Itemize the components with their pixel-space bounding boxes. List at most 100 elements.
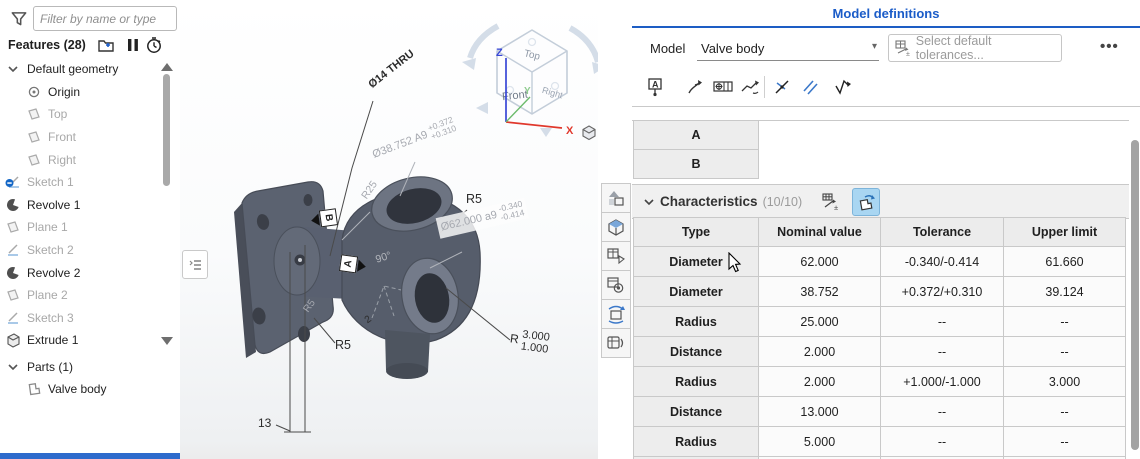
chevron-down-icon xyxy=(5,359,21,375)
tree-item-plane2[interactable]: Plane 2 xyxy=(0,284,162,307)
datum-row-a[interactable]: A xyxy=(633,120,759,150)
svg-text:A: A xyxy=(652,80,659,90)
tree-section-default-geometry[interactable]: Default geometry xyxy=(0,58,162,81)
tree-item-sketch1[interactable]: Sketch 1 xyxy=(0,171,162,194)
named-views-icon xyxy=(606,217,626,237)
rotate-left-arrow-icon xyxy=(476,102,488,114)
plane-icon xyxy=(26,152,42,168)
tree-item-extrude1[interactable]: Extrude 1 xyxy=(0,329,162,352)
surface-finish-button[interactable] xyxy=(830,74,856,100)
named-views-button[interactable] xyxy=(601,212,631,242)
tree-item-sketch3[interactable]: Sketch 3 xyxy=(0,307,162,330)
bent-leader-button[interactable] xyxy=(737,74,763,100)
feature-tree: Default geometry Origin Top Front xyxy=(0,58,162,352)
cube-icon xyxy=(580,124,598,142)
parallel-tool-button[interactable] xyxy=(797,74,823,100)
pause-rollback-icon[interactable] xyxy=(124,36,142,54)
surface-finish-icon xyxy=(832,77,854,97)
table-row[interactable]: Diameter 38.752 +0.372/+0.310 39.124 xyxy=(634,277,1126,307)
table-row[interactable]: Diameter 62.000 -0.340/-0.414 61.660 xyxy=(634,247,1126,277)
tree-scrollbar-thumb[interactable] xyxy=(163,74,170,186)
view-cube[interactable]: Top Front Right xyxy=(462,26,598,137)
filter-icon[interactable] xyxy=(9,9,29,29)
tree-item-plane1[interactable]: Plane 1 xyxy=(0,216,162,239)
dim-radius3-label[interactable]: R3.0001.000 xyxy=(509,327,551,356)
part-arrow-icon xyxy=(856,192,876,212)
document-tab-bar xyxy=(0,453,180,459)
plane-icon xyxy=(5,287,21,303)
sync-view-icon xyxy=(606,304,626,324)
add-folder-icon[interactable] xyxy=(97,36,115,54)
tree-item-front-plane[interactable]: Front xyxy=(0,126,162,149)
scroll-up-icon[interactable] xyxy=(160,62,174,72)
add-dimension-table-button[interactable]: ± xyxy=(818,189,844,215)
feature-list-toggle-button[interactable] xyxy=(182,250,208,279)
dimension-table-icon: ± xyxy=(821,192,841,212)
geometric-tolerance-button[interactable] xyxy=(710,74,736,100)
table-row[interactable]: Distance 13.000 -- -- xyxy=(634,397,1126,427)
characteristics-section-header: Characteristics (10/10) ± xyxy=(632,184,1129,219)
table-row[interactable]: Radius 2.000 +1.000/-1.000 3.000 xyxy=(634,367,1126,397)
table-row[interactable]: Distance 2.000 -- -- xyxy=(634,337,1126,367)
tree-item-right-plane[interactable]: Right xyxy=(0,148,162,171)
bent-leader-icon xyxy=(739,77,761,97)
list-icon xyxy=(187,257,203,273)
tree-item-top-plane[interactable]: Top xyxy=(0,103,162,126)
panel-scrollbar-thumb[interactable] xyxy=(1131,140,1139,450)
callout-tool-button[interactable] xyxy=(682,74,708,100)
col-header-upper: Upper limit xyxy=(1004,218,1126,247)
sketch-icon xyxy=(5,174,21,190)
plane-icon xyxy=(26,106,42,122)
model-table-button[interactable] xyxy=(601,241,631,271)
origin-icon xyxy=(26,84,42,100)
part-icon xyxy=(26,381,42,397)
graphics-viewport[interactable]: Top Front Right Z X Y Ø14 THRU Ø38.752 A… xyxy=(180,0,598,459)
tree-item-revolve2[interactable]: Revolve 2 xyxy=(0,261,162,284)
dim-distance13-label[interactable]: 13 xyxy=(258,416,271,430)
timer-icon[interactable] xyxy=(145,36,163,54)
dim-radius5-top-label[interactable]: R5 xyxy=(466,192,482,206)
filter-input[interactable] xyxy=(33,6,177,31)
axis-z-label: Z xyxy=(496,47,503,59)
features-panel: Features (28) Default geometry Origin xyxy=(0,0,181,459)
shortcut-toolbars-button[interactable] xyxy=(601,328,631,358)
sketch-icon xyxy=(5,310,21,326)
tab-model-definitions[interactable]: Model definitions xyxy=(632,0,1140,28)
display-states-button[interactable] xyxy=(601,183,631,213)
scroll-down-icon[interactable] xyxy=(160,336,174,346)
svg-text:±: ± xyxy=(834,203,838,212)
section-views-button[interactable] xyxy=(601,270,631,300)
panel-icon-strip xyxy=(598,0,633,459)
view-options-button[interactable]: ▾ xyxy=(580,123,598,143)
chevron-down-icon: ▾ xyxy=(872,41,877,52)
rotate-down-arrow-icon xyxy=(540,128,552,137)
sketch-icon xyxy=(5,242,21,258)
intersection-tool-button[interactable] xyxy=(770,74,796,100)
plane-icon xyxy=(5,219,21,235)
sync-view-button[interactable] xyxy=(601,299,631,329)
intersection-icon xyxy=(773,77,793,97)
features-header-label: Features (28) xyxy=(8,38,86,52)
default-tolerances-field[interactable]: ± Select default tolerances... xyxy=(888,34,1062,62)
datum-a-flag[interactable]: A xyxy=(339,254,368,275)
revolve-icon xyxy=(5,265,21,281)
show-on-model-button[interactable] xyxy=(852,188,880,216)
characteristics-table: Type Nominal value Tolerance Upper limit… xyxy=(633,217,1126,459)
tree-item-sketch2[interactable]: Sketch 2 xyxy=(0,239,162,262)
datum-row-b[interactable]: B xyxy=(633,149,759,179)
table-header-row: Type Nominal value Tolerance Upper limit xyxy=(634,218,1126,247)
col-header-type: Type xyxy=(634,218,759,247)
chevron-down-icon[interactable] xyxy=(642,195,656,209)
datum-tool-button[interactable]: A xyxy=(642,74,668,100)
tree-item-revolve1[interactable]: Revolve 1 xyxy=(0,194,162,217)
valve-body-model[interactable] xyxy=(234,169,480,379)
tree-item-valve-body-part[interactable]: Valve body xyxy=(0,378,196,401)
tree-section-parts[interactable]: Parts (1) xyxy=(0,356,175,379)
table-row[interactable]: Radius 5.000 -- -- xyxy=(634,427,1126,457)
table-row[interactable]: Radius 25.000 -- -- xyxy=(634,307,1126,337)
col-header-tolerance: Tolerance xyxy=(881,218,1004,247)
model-dropdown[interactable]: Valve body ▾ xyxy=(697,36,879,61)
dim-radius5-bottom-label[interactable]: R5 xyxy=(335,338,351,352)
more-options-button[interactable]: ••• xyxy=(1100,38,1119,55)
tree-item-origin[interactable]: Origin xyxy=(0,81,162,104)
